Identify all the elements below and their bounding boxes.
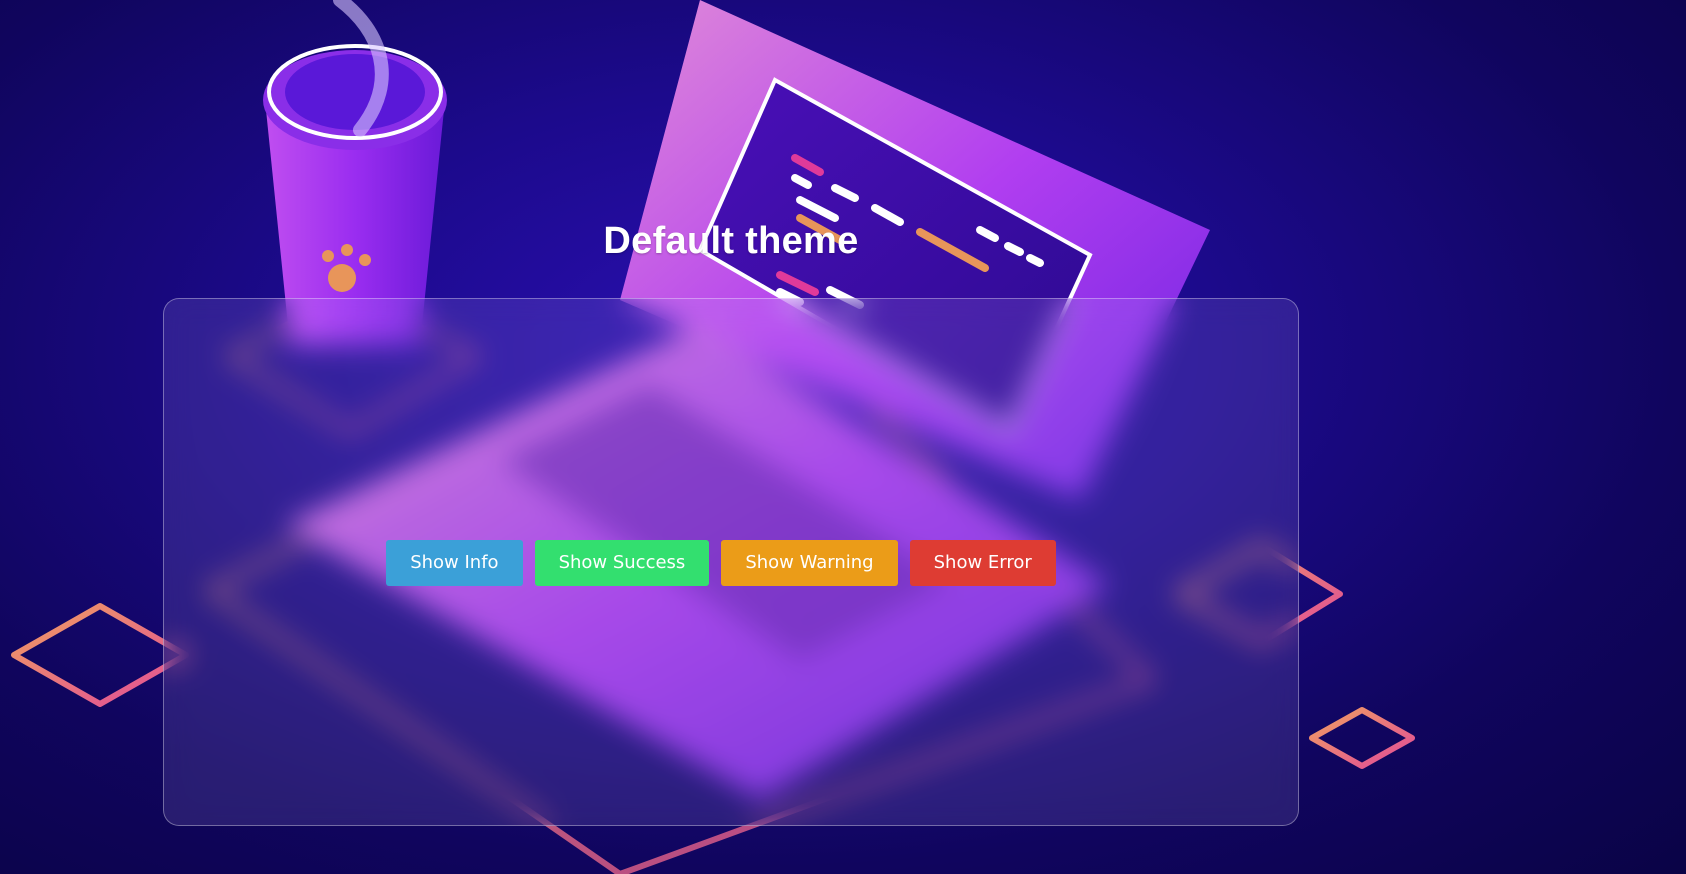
show-success-button[interactable]: Show Success xyxy=(534,540,710,586)
coffee-cup-illustration xyxy=(263,0,447,345)
show-warning-button[interactable]: Show Warning xyxy=(721,540,898,586)
toast-demo-panel: Show Info Show Success Show Warning Show… xyxy=(163,298,1299,826)
show-info-button[interactable]: Show Info xyxy=(386,540,523,586)
page-title: Default theme xyxy=(603,220,859,262)
toast-button-row: Show Info Show Success Show Warning Show… xyxy=(164,540,1298,586)
show-error-button[interactable]: Show Error xyxy=(909,540,1056,586)
